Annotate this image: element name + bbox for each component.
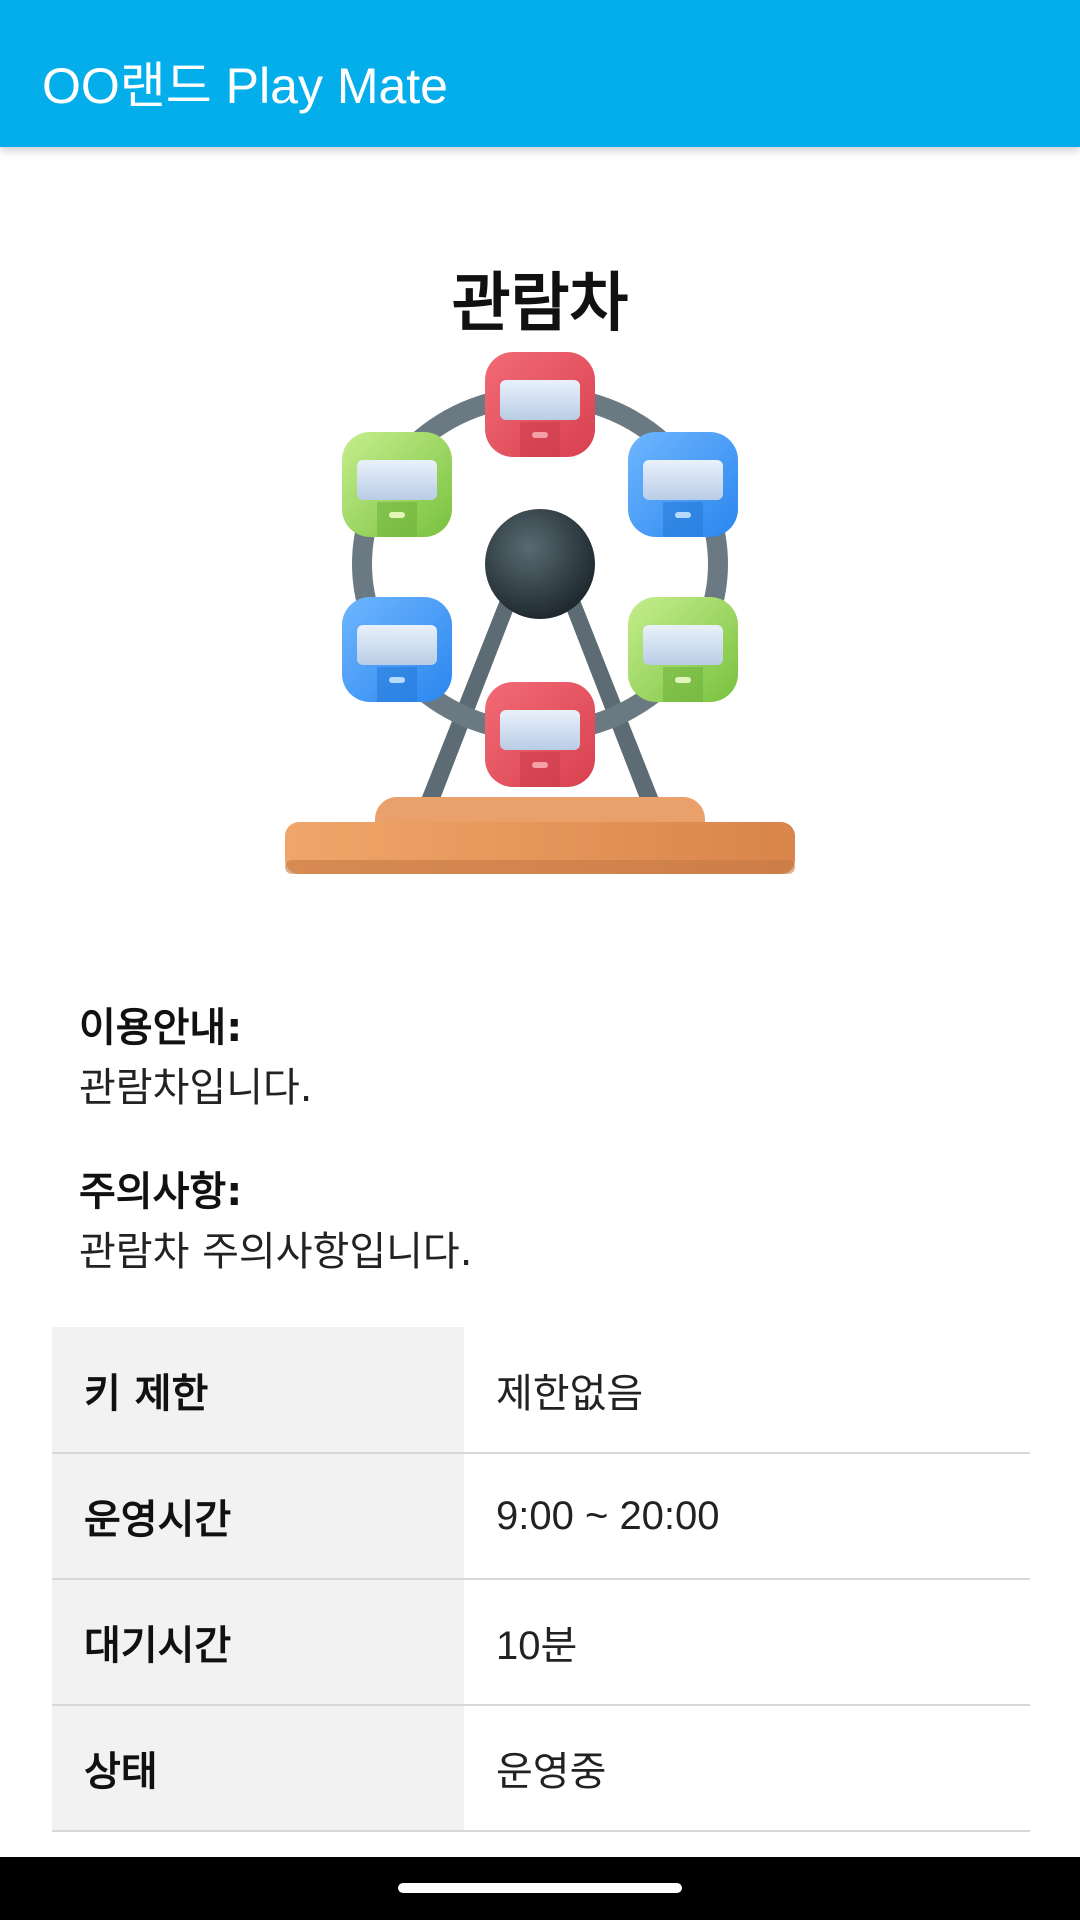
info-label: 상태 xyxy=(52,1705,464,1832)
info-value: 9:00 ~ 20:00 xyxy=(464,1453,1030,1580)
app-title: OO랜드 Play Mate xyxy=(42,58,448,114)
info-row-height-limit: 키 제한 제한없음 xyxy=(52,1327,1030,1454)
info-label: 키 제한 xyxy=(52,1327,464,1454)
app-bar: OO랜드 Play Mate xyxy=(0,0,1080,147)
ride-info-table: 키 제한 제한없음 운영시간 9:00 ~ 20:00 대기시간 10분 상태 … xyxy=(52,1327,1030,1832)
info-row-status: 상태 운영중 xyxy=(52,1705,1030,1832)
ferris-wheel-icon xyxy=(285,352,795,874)
guide-body: 관람차입니다. xyxy=(79,1065,313,1111)
caution-body: 관람차 주의사항입니다. xyxy=(79,1229,473,1275)
info-label: 대기시간 xyxy=(52,1579,464,1706)
info-row-operating-hours: 운영시간 9:00 ~ 20:00 xyxy=(52,1453,1030,1580)
info-label: 운영시간 xyxy=(52,1453,464,1580)
ride-name: 관람차 xyxy=(451,267,629,341)
caution-title: 주의사항: xyxy=(79,1169,243,1215)
info-value: 10분 xyxy=(464,1579,1030,1706)
ride-detail-content: 관람차 이용안내: 관람차입니다. 주의사항: 관람차 주의사항입니다. 키 제… xyxy=(0,147,1080,1857)
info-value: 운영중 xyxy=(464,1705,1030,1832)
info-row-wait-time: 대기시간 10분 xyxy=(52,1579,1030,1706)
guide-title: 이용안내: xyxy=(79,1005,243,1051)
system-navigation-bar xyxy=(0,1857,1080,1920)
home-indicator[interactable] xyxy=(398,1883,682,1893)
info-value: 제한없음 xyxy=(464,1327,1030,1454)
